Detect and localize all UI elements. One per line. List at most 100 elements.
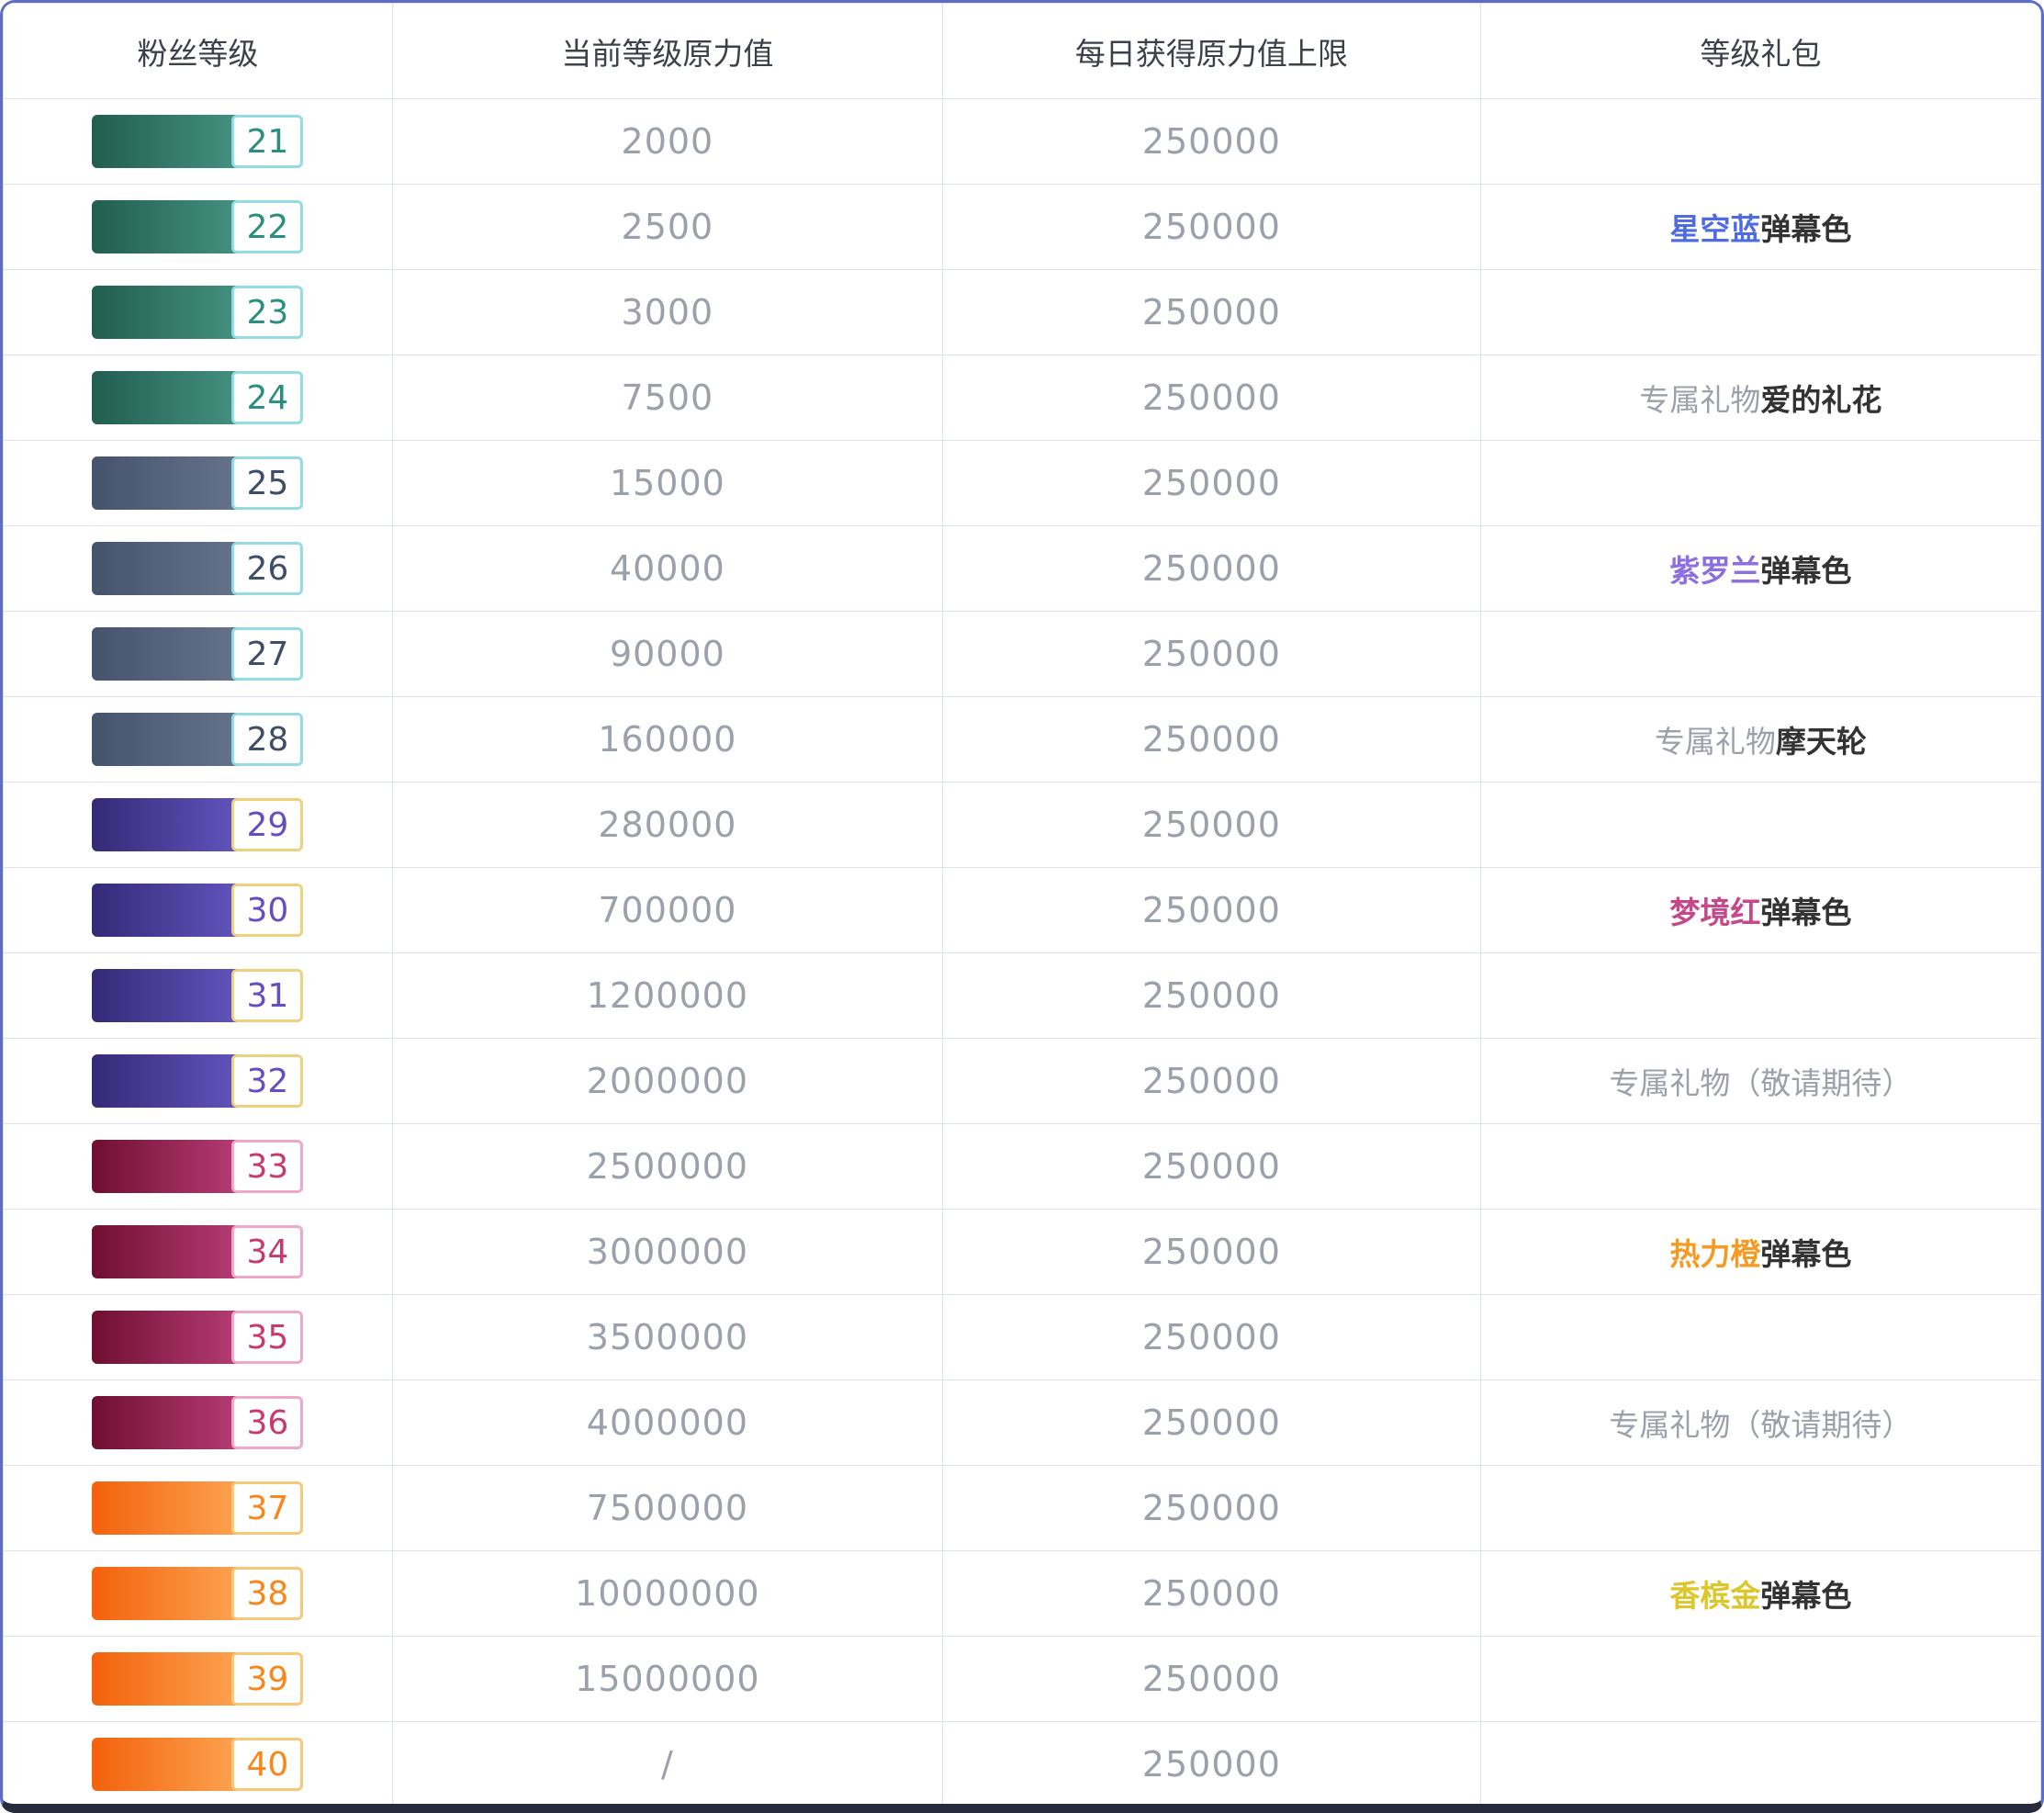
badge-level-number: 35	[231, 1311, 303, 1364]
force-value: 1200000	[392, 953, 942, 1039]
force-value: 4000000	[392, 1380, 942, 1466]
force-value: 700000	[392, 868, 942, 953]
daily-limit: 250000	[942, 526, 1480, 612]
gift-package	[1480, 441, 2040, 526]
table-row: 30700000250000梦境红弹幕色	[4, 868, 2041, 953]
daily-limit: 250000	[942, 868, 1480, 953]
fan-level-badge: 30	[92, 884, 303, 937]
gift-package	[1480, 270, 2040, 355]
badge-level-number: 30	[231, 884, 303, 937]
badge-level-number: 31	[231, 969, 303, 1022]
daily-limit: 250000	[942, 783, 1480, 868]
fan-level-badge: 22	[92, 200, 303, 253]
fan-level-badge: 37	[92, 1481, 303, 1535]
gift-text-segment: 专属礼物（敬请期待）	[1609, 1407, 1912, 1443]
badge-level-number: 36	[231, 1396, 303, 1449]
column-header-gift-pack: 等级礼包	[1480, 4, 2040, 99]
fan-level-cell: 33	[4, 1124, 393, 1210]
gift-package	[1480, 1466, 2040, 1551]
fan-level-cell: 39	[4, 1637, 393, 1722]
fan-level-cell: 25	[4, 441, 393, 526]
daily-limit: 250000	[942, 1380, 1480, 1466]
fan-level-cell: 31	[4, 953, 393, 1039]
force-value: 3000	[392, 270, 942, 355]
table-row: 2790000250000	[4, 612, 2041, 697]
gift-text-segment: 专属礼物	[1655, 724, 1776, 760]
force-value: 10000000	[392, 1551, 942, 1637]
badge-gradient-bar	[92, 1054, 237, 1108]
fan-level-badge: 23	[92, 286, 303, 339]
fan-level-badge: 39	[92, 1652, 303, 1706]
gift-text-segment: 专属礼物（敬请期待）	[1609, 1065, 1912, 1101]
badge-level-number: 37	[231, 1481, 303, 1535]
gift-package	[1480, 1637, 2040, 1722]
force-value: 2500000	[392, 1124, 942, 1210]
badge-level-number: 34	[231, 1225, 303, 1278]
fan-level-cell: 21	[4, 99, 393, 185]
gift-text-segment: 弹幕色	[1760, 1236, 1851, 1272]
daily-limit: 250000	[942, 185, 1480, 270]
table-row: 31 1200000250000	[4, 953, 2041, 1039]
table-row: 29280000250000	[4, 783, 2041, 868]
table-row: 36 4000000250000 专属礼物（敬请期待）	[4, 1380, 2041, 1466]
force-value: 2000000	[392, 1039, 942, 1124]
daily-limit: 250000	[942, 953, 1480, 1039]
fan-level-badge: 25	[92, 456, 303, 510]
gift-text-segment: 弹幕色	[1760, 1578, 1851, 1614]
gift-text-segment: 弹幕色	[1760, 553, 1851, 589]
gift-text-segment: 紫罗兰	[1669, 553, 1760, 589]
fan-level-badge: 31	[92, 969, 303, 1022]
badge-level-number: 33	[231, 1140, 303, 1193]
table-row: 343000000250000热力橙弹幕色	[4, 1210, 2041, 1295]
daily-limit: 250000	[942, 270, 1480, 355]
badge-gradient-bar	[92, 371, 237, 424]
badge-level-number: 24	[231, 371, 303, 424]
fan-level-cell: 23	[4, 270, 393, 355]
gift-text-segment: 弹幕色	[1760, 895, 1851, 930]
gift-package	[1480, 612, 2040, 697]
daily-limit: 250000	[942, 1039, 1480, 1124]
badge-gradient-bar	[92, 286, 237, 339]
gift-text-segment: 梦境红	[1669, 895, 1760, 930]
badge-level-number: 27	[231, 627, 303, 681]
force-value: 7500	[392, 355, 942, 441]
badge-gradient-bar	[92, 1140, 237, 1193]
column-header-force-value: 当前等级原力值	[392, 4, 942, 99]
daily-limit: 250000	[942, 1210, 1480, 1295]
gift-package: 梦境红弹幕色	[1480, 868, 2040, 953]
fan-level-cell: 30	[4, 868, 393, 953]
column-header-fan-level: 粉丝等级	[4, 4, 393, 99]
fan-level-cell: 22	[4, 185, 393, 270]
force-value: 3500000	[392, 1295, 942, 1380]
column-header-daily-limit: 每日获得原力值上限	[942, 4, 1480, 99]
badge-level-number: 38	[231, 1567, 303, 1620]
force-value: 280000	[392, 783, 942, 868]
daily-limit: 250000	[942, 612, 1480, 697]
gift-package: 热力橙弹幕色	[1480, 1210, 2040, 1295]
fan-level-badge: 38	[92, 1567, 303, 1620]
fan-level-badge: 34	[92, 1225, 303, 1278]
fan-level-cell: 38	[4, 1551, 393, 1637]
fan-level-cell: 35	[4, 1295, 393, 1380]
daily-limit: 250000	[942, 1466, 1480, 1551]
table-row: 35 3500000250000	[4, 1295, 2041, 1380]
fan-level-cell: 26	[4, 526, 393, 612]
daily-limit: 250000	[942, 1551, 1480, 1637]
gift-text-segment: 专属礼物	[1639, 382, 1760, 418]
gift-text-segment: 摩天轮	[1776, 724, 1867, 760]
badge-gradient-bar	[92, 627, 237, 681]
badge-level-number: 28	[231, 713, 303, 766]
fan-level-badge: 33	[92, 1140, 303, 1193]
fan-level-panel: 粉丝等级 当前等级原力值 每日获得原力值上限 等级礼包 212000250000…	[0, 0, 2044, 1813]
force-value: 160000	[392, 697, 942, 783]
fan-level-cell: 27	[4, 612, 393, 697]
daily-limit: 250000	[942, 355, 1480, 441]
fan-level-badge: 40	[92, 1738, 303, 1791]
gift-package: 紫罗兰弹幕色	[1480, 526, 2040, 612]
badge-level-number: 26	[231, 542, 303, 595]
badge-gradient-bar	[92, 1738, 237, 1791]
badge-gradient-bar	[92, 115, 237, 168]
daily-limit: 250000	[942, 1124, 1480, 1210]
daily-limit: 250000	[942, 697, 1480, 783]
daily-limit: 250000	[942, 1295, 1480, 1380]
